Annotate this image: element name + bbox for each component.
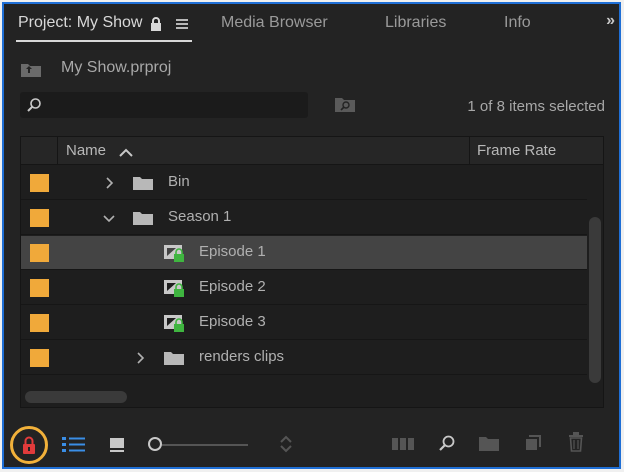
sort-icons-icon[interactable]: [278, 434, 294, 454]
selection-status: 1 of 8 items selected: [467, 98, 605, 115]
project-file-name: My Show.prproj: [61, 59, 172, 76]
label-color-swatch[interactable]: [30, 209, 49, 227]
new-item-icon[interactable]: [524, 434, 542, 452]
find-icon[interactable]: [438, 434, 456, 452]
zoom-slider-track[interactable]: [162, 444, 248, 446]
more-tabs-icon[interactable]: »: [606, 12, 615, 30]
table-row[interactable]: renders clips: [21, 341, 587, 375]
label-color-swatch[interactable]: [30, 244, 49, 262]
table-row[interactable]: Episode 1: [21, 236, 587, 270]
locked-sequence-icon: [164, 245, 184, 262]
tab-info[interactable]: Info: [504, 14, 531, 32]
project-panel: Project: My Show Media Browser Libraries…: [2, 2, 621, 469]
tab-media-browser[interactable]: Media Browser: [221, 14, 328, 32]
bin-folder-icon: [133, 212, 153, 225]
chevron-right-icon[interactable]: [103, 177, 115, 189]
bin-folder-icon: [133, 177, 153, 190]
tab-libraries[interactable]: Libraries: [385, 14, 446, 32]
search-icon: [27, 98, 41, 112]
row-label[interactable]: Bin: [168, 173, 190, 190]
list-view-icon[interactable]: [62, 436, 86, 454]
row-label[interactable]: Episode 1: [199, 243, 266, 260]
row-label[interactable]: Episode 3: [199, 313, 266, 330]
new-bin-icon[interactable]: [478, 436, 500, 452]
label-color-swatch[interactable]: [30, 279, 49, 297]
trash-icon[interactable]: [568, 432, 584, 452]
table-row[interactable]: Season 1: [21, 201, 587, 235]
vertical-scrollbar[interactable]: [589, 217, 601, 383]
lock-icon[interactable]: [150, 17, 162, 31]
table-row[interactable]: Episode 2: [21, 271, 587, 305]
new-search-bin-icon[interactable]: [334, 96, 356, 113]
panel-menu-icon[interactable]: [176, 19, 188, 29]
table-header: Name Frame Rate: [21, 137, 603, 165]
row-label[interactable]: Season 1: [168, 208, 231, 225]
icon-view-icon[interactable]: [108, 436, 126, 454]
chevron-down-icon[interactable]: [103, 212, 115, 224]
label-color-swatch[interactable]: [30, 349, 49, 367]
table-row[interactable]: Episode 3: [21, 306, 587, 340]
chevron-right-icon[interactable]: [134, 352, 146, 364]
column-header-frame-rate[interactable]: Frame Rate: [477, 142, 556, 159]
locked-sequence-icon: [164, 315, 184, 332]
zoom-slider-handle[interactable]: [148, 437, 162, 451]
project-lock-button[interactable]: [10, 426, 48, 464]
search-input[interactable]: [20, 92, 308, 118]
column-header-name[interactable]: Name: [66, 142, 106, 159]
sort-ascending-icon[interactable]: [119, 148, 133, 157]
automate-to-sequence-icon[interactable]: [392, 436, 416, 452]
horizontal-scrollbar[interactable]: [25, 391, 127, 403]
table-row[interactable]: Bin: [21, 166, 587, 200]
project-items-table: Name Frame Rate Bin Season 1 Episode 1 E…: [20, 136, 604, 408]
tab-project[interactable]: Project: My Show: [18, 14, 142, 32]
label-color-swatch[interactable]: [30, 314, 49, 332]
lock-icon: [23, 436, 35, 454]
locked-sequence-icon: [164, 280, 184, 297]
panel-tabs: Project: My Show Media Browser Libraries…: [4, 4, 619, 44]
up-folder-icon[interactable]: [20, 62, 42, 78]
active-tab-underline: [16, 40, 192, 42]
row-label[interactable]: Episode 2: [199, 278, 266, 295]
label-color-swatch[interactable]: [30, 174, 49, 192]
bin-folder-icon: [164, 352, 184, 365]
row-label[interactable]: renders clips: [199, 348, 284, 365]
